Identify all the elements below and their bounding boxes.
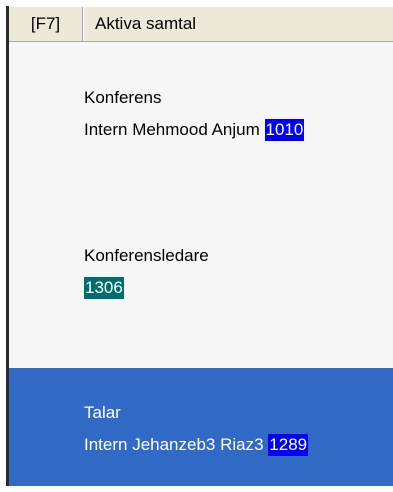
call-item-conference-leader[interactable]: Konferensledare 1306: [84, 245, 209, 300]
call-party-line: 1306: [84, 276, 209, 300]
call-item-content: Talar Intern Jehanzeb3 Riaz3 1289: [84, 402, 309, 457]
bottom-edge: [0, 486, 393, 492]
party-name: Intern Jehanzeb3 Riaz3: [84, 435, 264, 454]
call-type-label: Konferensledare: [84, 246, 209, 265]
call-type-label: Talar: [84, 403, 121, 422]
panel-header: [F7] Aktiva samtal: [9, 6, 393, 42]
call-item-conference[interactable]: Konferens Intern Mehmood Anjum 1010: [84, 87, 305, 142]
extension-number: 1010: [264, 119, 305, 141]
active-calls-panel: [F7] Aktiva samtal Konferens Intern Mehm…: [0, 0, 393, 492]
party-name: Intern Mehmood Anjum: [84, 120, 260, 139]
call-party-line: Intern Mehmood Anjum 1010: [84, 118, 305, 142]
call-party-line: Intern Jehanzeb3 Riaz3 1289: [84, 433, 309, 457]
call-type-label: Konferens: [84, 88, 162, 107]
hotkey-label: [F7]: [9, 7, 83, 41]
extension-number: 1306: [84, 277, 124, 299]
extension-number: 1289: [268, 434, 309, 456]
header-divider: [83, 7, 84, 41]
panel-title: Aktiva samtal: [95, 14, 197, 33]
call-item-talking[interactable]: Talar Intern Jehanzeb3 Riaz3 1289: [9, 368, 393, 486]
